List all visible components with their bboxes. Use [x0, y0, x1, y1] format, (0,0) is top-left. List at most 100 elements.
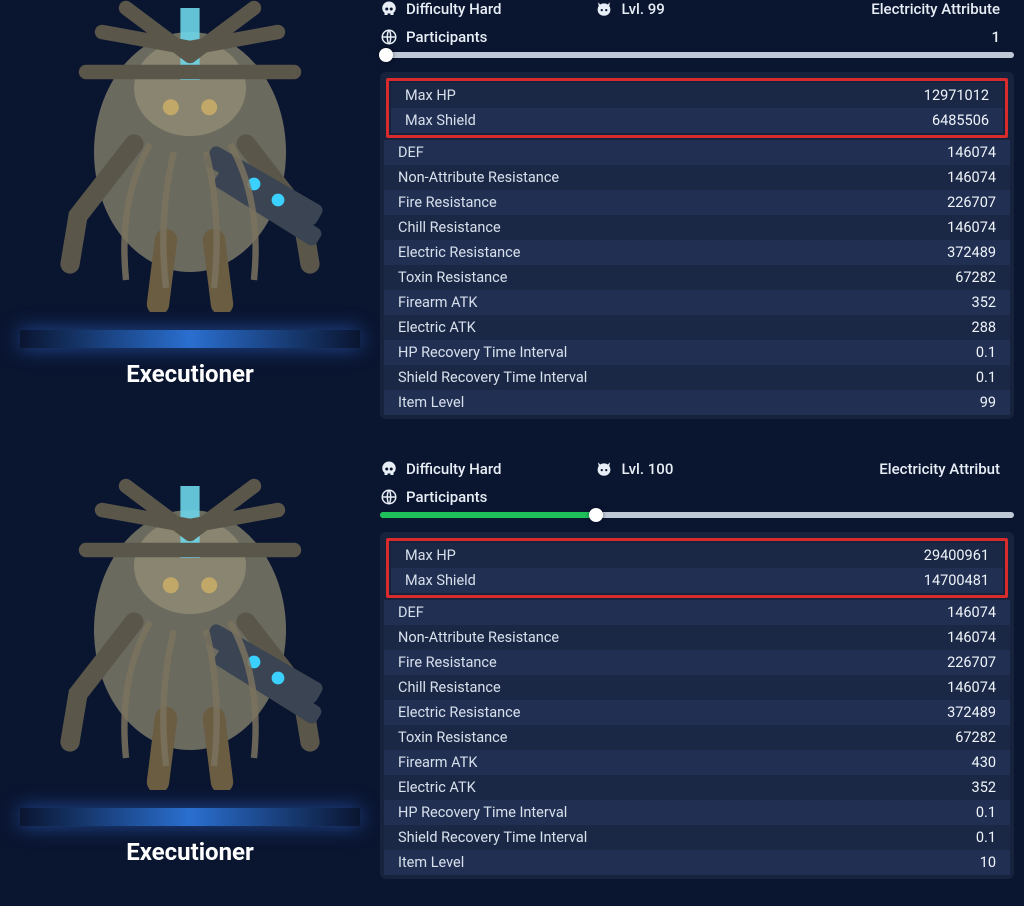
stat-row: Fire Resistance226707 [384, 650, 1010, 675]
attribute: Electricity Attribut [879, 460, 1000, 478]
attribute-label: Electricity Attribute [871, 0, 1000, 18]
stat-label: Electric Resistance [398, 244, 520, 261]
difficulty: Difficulty Hard [380, 0, 501, 18]
stat-value: 146074 [947, 144, 996, 161]
stat-label: Firearm ATK [398, 754, 477, 771]
level-label: Lvl. 99 [621, 0, 664, 18]
stat-label: Item Level [398, 854, 464, 871]
stat-label: Electric ATK [398, 779, 476, 796]
difficulty-label: Difficulty Hard [406, 0, 501, 18]
stat-row: Fire Resistance226707 [384, 190, 1010, 215]
difficulty-label: Difficulty Hard [406, 460, 501, 478]
monster-title: Executioner [126, 838, 254, 866]
level-label: Lvl. 100 [621, 460, 673, 478]
stat-value: 6485506 [932, 112, 989, 129]
portrait-column: Executioner [0, 22, 380, 419]
highlight-box: Max HP 29400961 Max Shield 14700481 [386, 538, 1008, 598]
stat-value: 146074 [947, 604, 996, 621]
stat-label: Item Level [398, 394, 464, 411]
slider-thumb[interactable] [589, 508, 603, 522]
slider-thumb[interactable] [379, 48, 393, 62]
participants-row: Participants [380, 488, 1014, 506]
stat-label: HP Recovery Time Interval [398, 804, 567, 821]
stat-label: Non-Attribute Resistance [398, 169, 559, 186]
stat-label: Toxin Resistance [398, 269, 507, 286]
skull-icon [380, 460, 398, 478]
stat-value: 10 [980, 854, 996, 871]
globe-icon [380, 488, 398, 506]
stat-value: 352 [972, 294, 996, 311]
stat-value: 372489 [947, 244, 996, 261]
stat-value: 430 [972, 754, 996, 771]
stat-row: Max HP12971012 [391, 83, 1003, 108]
info-row: Difficulty Hard Lvl. 100 Electricity Att… [380, 460, 1014, 478]
stat-value: 99 [980, 394, 996, 411]
stat-label: Max Shield [405, 112, 476, 129]
stat-label: DEF [398, 144, 424, 161]
stats-column: Difficulty Hard Lvl. 100 Electricity Att… [380, 460, 1024, 879]
portrait-column: Executioner [0, 460, 380, 879]
stat-row: Electric ATK 288 [384, 315, 1010, 340]
stat-row: DEF 146074 [384, 140, 1010, 165]
stat-label: Max HP [405, 547, 456, 564]
portrait-base-bar [20, 808, 360, 826]
stat-value: 372489 [947, 704, 996, 721]
stat-value: 67282 [955, 729, 996, 746]
stats-column: Difficulty Hard Lvl. 99 Electricity Attr… [380, 0, 1024, 419]
stat-value: 352 [972, 779, 996, 796]
highlight-box: Max HP12971012 Max Shield 6485506 [386, 78, 1008, 138]
stat-label: Shield Recovery Time Interval [398, 369, 587, 386]
level: Lvl. 99 [595, 0, 664, 18]
stat-label: Electric Resistance [398, 704, 520, 721]
stat-value: 67282 [955, 269, 996, 286]
skull-icon [380, 0, 398, 18]
stat-value: 0.1 [976, 344, 996, 361]
participants-label: Participants [406, 28, 487, 46]
stat-value: 146074 [947, 169, 996, 186]
stat-label: Shield Recovery Time Interval [398, 829, 587, 846]
stat-row: Toxin Resistance 67282 [384, 265, 1010, 290]
stat-row: Non-Attribute Resistance 146074 [384, 625, 1010, 650]
stat-row: Item Level 10 [384, 850, 1010, 875]
stat-row: Shield Recovery Time Interval 0.1 [384, 365, 1010, 390]
stat-label: Max Shield [405, 572, 476, 589]
stat-label: Electric ATK [398, 319, 476, 336]
stat-label: Toxin Resistance [398, 729, 507, 746]
stat-value: 29400961 [924, 547, 989, 564]
stat-value: 0.1 [976, 369, 996, 386]
participants-row: Participants 1 [380, 28, 1014, 46]
stat-value: 146074 [947, 629, 996, 646]
stat-row: Item Level 99 [384, 390, 1010, 415]
stat-row: Electric Resistance 372489 [384, 700, 1010, 725]
stat-label: Non-Attribute Resistance [398, 629, 559, 646]
stats-box: Max HP 29400961 Max Shield 14700481 DEF1460… [380, 532, 1014, 879]
stat-value: 288 [972, 319, 996, 336]
stat-value: 146074 [947, 219, 996, 236]
participants-slider[interactable] [380, 512, 1014, 518]
stat-row: Toxin Resistance 67282 [384, 725, 1010, 750]
demon-icon [595, 0, 613, 18]
stat-value: 14700481 [924, 572, 989, 589]
stat-label: Fire Resistance [398, 194, 497, 211]
participants-label: Participants [406, 488, 487, 506]
monster-portrait [20, 0, 360, 322]
monster-panel-bottom: Executioner Difficulty Hard Lvl. 100 Ele… [0, 460, 1024, 879]
stat-row: Electric ATK 352 [384, 775, 1010, 800]
stat-row: Chill Resistance 146074 [384, 215, 1010, 240]
stat-row: DEF146074 [384, 600, 1010, 625]
stat-label: Firearm ATK [398, 294, 477, 311]
stat-value: 0.1 [976, 804, 996, 821]
stat-row: HP Recovery Time Interval 0.1 [384, 800, 1010, 825]
stat-value: 0.1 [976, 829, 996, 846]
stat-row: Max Shield 14700481 [391, 568, 1003, 593]
monster-panel-top: Executioner Difficulty Hard Lvl. 99 Elec… [0, 22, 1024, 419]
portrait-base-bar [20, 330, 360, 348]
stat-value: 226707 [947, 654, 996, 671]
stat-value: 146074 [947, 679, 996, 696]
stat-row: Chill Resistance146074 [384, 675, 1010, 700]
participants-slider[interactable] [380, 52, 1014, 58]
monster-portrait [20, 460, 360, 800]
attribute-label: Electricity Attribut [879, 460, 1000, 478]
stat-row: Max Shield 6485506 [391, 108, 1003, 133]
stat-label: Chill Resistance [398, 219, 501, 236]
